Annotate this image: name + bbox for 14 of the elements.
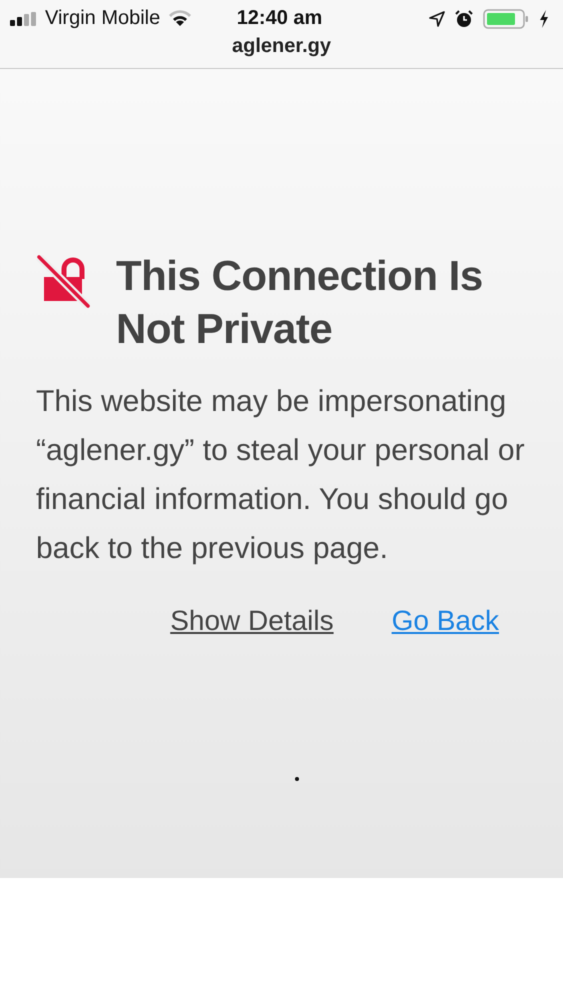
battery-icon <box>483 8 529 28</box>
alarm-clock-icon <box>455 10 473 28</box>
wifi-icon <box>168 10 192 27</box>
clock-time: 12:40 am <box>236 7 322 30</box>
carrier-name: Virgin Mobile <box>45 7 160 30</box>
address-text[interactable]: aglener.gy <box>0 35 563 58</box>
warning-message: This website may be impersonating “aglener.gy” to steal your personal or financial information. You should go back to the previous page. <box>36 384 526 567</box>
warning-title: This Connection Is Not Private <box>116 251 484 354</box>
page-dot-icon <box>294 777 298 781</box>
location-arrow-icon <box>429 10 445 26</box>
show-details-link[interactable]: Show Details <box>170 605 334 637</box>
signal-icon <box>10 12 37 26</box>
charging-bolt-icon <box>539 10 549 28</box>
broken-lock-icon <box>36 255 90 309</box>
